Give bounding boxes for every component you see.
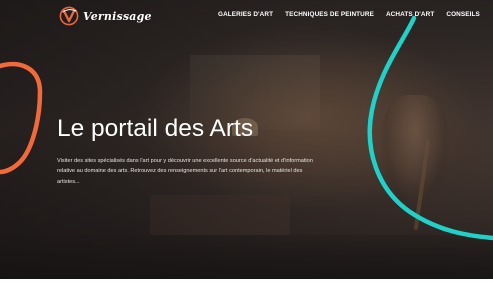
v-brushstroke-logo-icon bbox=[59, 6, 79, 26]
nav-item-galeries-d-art[interactable]: GALERIES D'ART bbox=[218, 11, 273, 18]
site-logo[interactable]: Vernissage bbox=[59, 6, 152, 26]
hero-section: Vernissage GALERIES D'ART TECHNIQUES DE … bbox=[0, 0, 493, 279]
hero-description: Visiter des sites spécialisés dans l'art… bbox=[57, 157, 313, 185]
site-header: Vernissage GALERIES D'ART TECHNIQUES DE … bbox=[0, 0, 493, 30]
nav-item-techniques-de-peinture[interactable]: TECHNIQUES DE PEINTURE bbox=[285, 11, 374, 18]
nav-item-conseils[interactable]: CONSEILS bbox=[446, 11, 479, 18]
brand-name: Vernissage bbox=[83, 9, 152, 23]
main-nav: GALERIES D'ART TECHNIQUES DE PEINTURE AC… bbox=[218, 11, 480, 18]
hero-content: Le portail des Arts Visiter des sites sp… bbox=[57, 115, 317, 187]
hero-title: Le portail des Arts bbox=[57, 115, 254, 142]
nav-item-achats-d-art[interactable]: ACHATS D'ART bbox=[386, 11, 434, 18]
